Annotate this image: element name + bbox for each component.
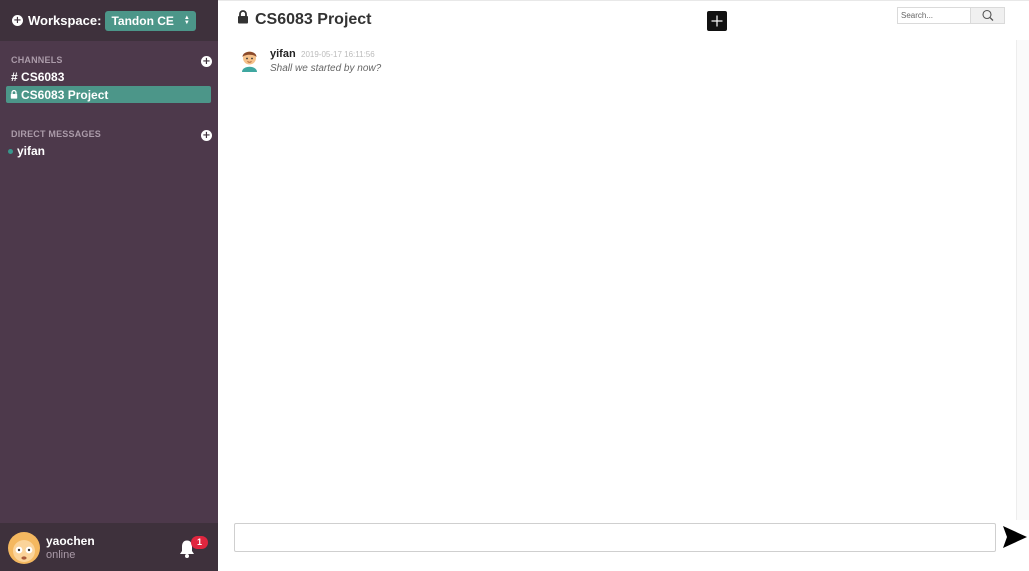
add-channel-icon[interactable]: + <box>201 56 212 67</box>
current-user-bar: yaochen online 1 <box>0 523 218 571</box>
lock-icon <box>10 88 18 102</box>
sidebar-item-label: yifan <box>17 144 46 158</box>
select-caret-icon: ▲ ▼ <box>183 14 190 26</box>
add-dm-icon[interactable]: + <box>201 130 212 141</box>
search-input[interactable] <box>898 8 970 23</box>
user-avatar[interactable] <box>7 531 41 565</box>
search-box <box>897 7 1005 24</box>
message-avatar[interactable] <box>239 48 260 72</box>
sidebar-item-dm-yifan[interactable]: yifan <box>8 144 45 158</box>
channel-hash-prefix: # <box>11 70 18 84</box>
notification-badge[interactable]: 1 <box>191 536 208 549</box>
search-icon <box>982 9 994 21</box>
channels-section-title: CHANNELS <box>11 55 63 65</box>
workspace-selected-value: Tandon CE <box>111 13 174 28</box>
sidebar: + Workspace: Tandon CE ▲ ▼ CHANNELS + # C… <box>0 0 218 571</box>
sidebar-item-cs6083-project[interactable]: CS6083 Project <box>6 86 211 103</box>
online-status-dot <box>8 148 13 154</box>
message-timestamp: 2019-05-17 16:11:56 <box>301 50 375 59</box>
current-user-status: online <box>46 549 76 561</box>
page-title: CS6083 Project <box>255 10 372 28</box>
main-panel: CS6083 Project yifan 2019-05-17 16:11:56… <box>218 0 1029 571</box>
plus-icon <box>711 15 723 27</box>
scrollbar[interactable] <box>1016 40 1029 520</box>
dm-section-title: DIRECT MESSAGES <box>11 129 102 139</box>
message-input[interactable] <box>234 523 996 552</box>
message-author[interactable]: yifan <box>270 48 296 60</box>
add-workspace-icon[interactable]: + <box>12 15 23 26</box>
sidebar-item-label: CS6083 Project <box>21 87 109 102</box>
lock-icon <box>237 10 249 29</box>
sidebar-item-label: CS6083 <box>21 70 65 84</box>
message-text: Shall we started by now? <box>270 63 382 74</box>
top-divider <box>218 0 1029 1</box>
search-button[interactable] <box>970 8 1004 23</box>
current-user-name: yaochen <box>46 534 95 548</box>
sidebar-item-cs6083[interactable]: # CS6083 <box>11 70 64 84</box>
workspace-select[interactable]: Tandon CE ▲ ▼ <box>105 10 196 31</box>
add-button[interactable] <box>707 11 727 31</box>
workspace-bar: + Workspace: Tandon CE ▲ ▼ <box>0 0 218 41</box>
send-icon[interactable] <box>1002 525 1028 549</box>
workspace-label: Workspace: <box>28 13 102 28</box>
channel-header: CS6083 Project <box>237 10 372 29</box>
